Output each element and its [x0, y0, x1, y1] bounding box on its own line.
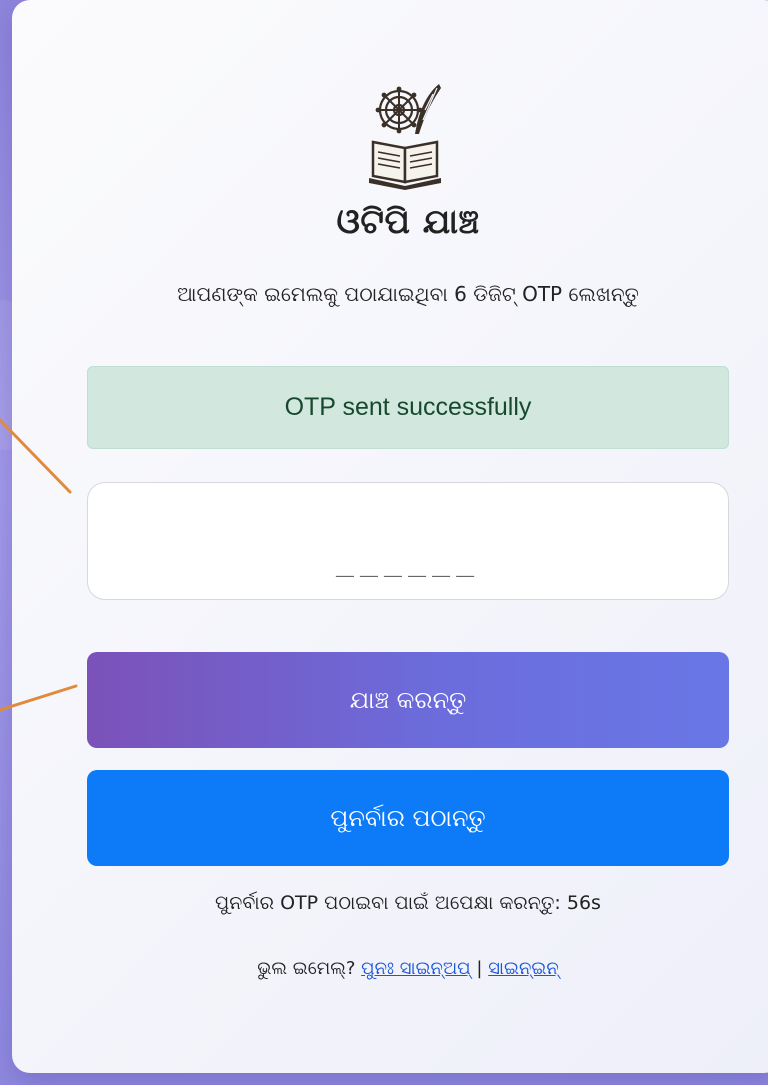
resend-countdown-text: ପୁନର୍ବାର OTP ପଠାଇବା ପାଇଁ ଅପେକ୍ଷା କରନ୍ତୁ:… [215, 892, 601, 914]
alert-message: OTP sent successfully [284, 393, 532, 421]
otp-input[interactable] [88, 483, 728, 599]
page-subtitle: ଆପଣଙ୍କ ଇମେଲକୁ ପଠାଯାଇଥିବା 6 ଡିଜିଟ୍ OTP ଲେ… [177, 282, 639, 306]
success-alert: OTP sent successfully [87, 366, 729, 449]
otp-input-container[interactable] [87, 482, 729, 600]
page-title: ଓଟିପି ଯାଞ୍ଚ [336, 202, 480, 242]
book-chakra-quill-logo-icon [369, 84, 441, 190]
resignup-link[interactable]: ପୁନଃ ସାଇନ୍ଅପ୍ [361, 958, 470, 979]
footer-separator: | [476, 958, 483, 979]
otp-verification-card: ଓଟିପି ଯାଞ୍ଚ ଆପଣଙ୍କ ଇମେଲକୁ ପଠାଯାଇଥିବା 6 ଡ… [12, 0, 768, 1073]
wrong-email-label: ଭୁଲ ଇମେଲ୍? [257, 958, 356, 979]
footer-links: ଭୁଲ ଇମେଲ୍? ପୁନଃ ସାଇନ୍ଅପ୍ | ସାଇନ୍ଇନ୍ [12, 958, 768, 979]
signin-link[interactable]: ସାଇନ୍ଇନ୍ [488, 958, 559, 979]
verify-button[interactable]: ଯାଞ୍ଚ କରନ୍ତୁ [87, 652, 729, 748]
resend-button[interactable]: ପୁନର୍ବାର ପଠାନ୍ତୁ [87, 770, 729, 866]
